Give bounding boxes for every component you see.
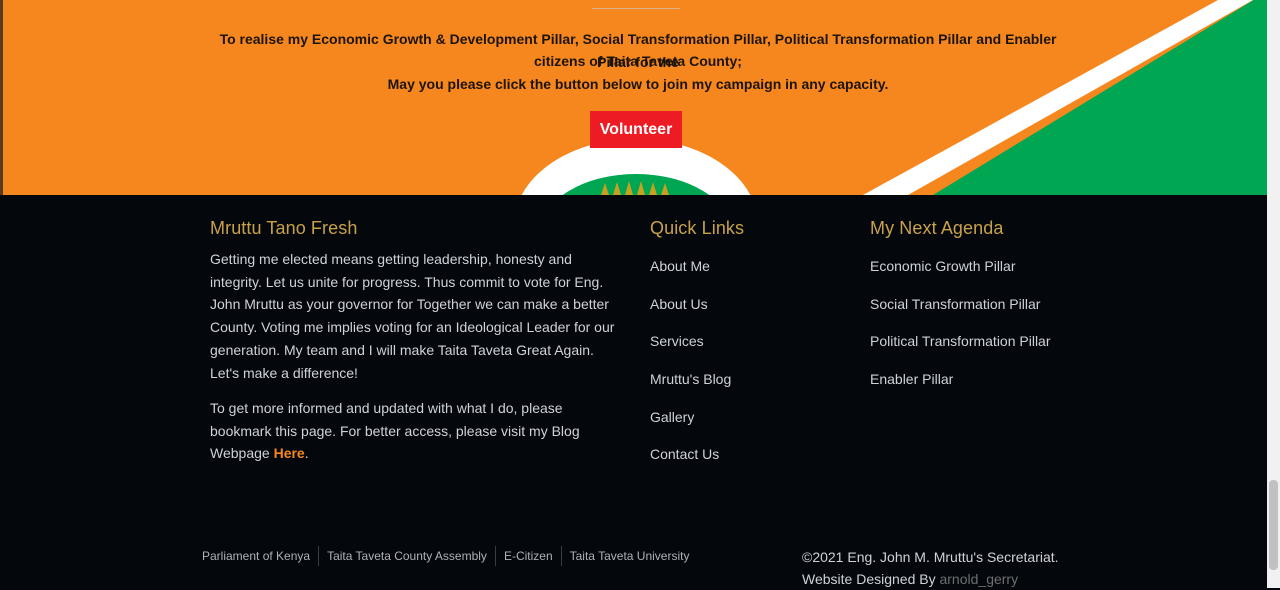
blog-here-link[interactable]: Here [274, 445, 305, 461]
agenda-title: My Next Agenda [870, 218, 1004, 238]
bookmark-text: To get more informed and updated with wh… [210, 400, 580, 462]
bookmark-suffix: . [304, 445, 309, 462]
about-paragraph: Getting me elected means getting leaders… [210, 251, 615, 381]
designer-link[interactable]: arnold_gerry [939, 571, 1018, 587]
copyright-block: ©2021 Eng. John M. Mruttu's Secretariat.… [802, 546, 1059, 590]
link-e-citizen[interactable]: E-Citizen [496, 546, 562, 566]
about-title: Mruttu Tano Fresh [210, 218, 358, 238]
hero-text-line-2: citizens of Taita Taveta County; [534, 53, 742, 69]
link-university[interactable]: Taita Taveta University [562, 546, 698, 566]
link-parliament-of-kenya[interactable]: Parliament of Kenya [202, 546, 320, 566]
quick-link-services[interactable]: Services [650, 331, 731, 369]
agenda-list: Economic Growth Pillar Social Transforma… [870, 256, 1051, 407]
quick-link-blog[interactable]: Mruttu's Blog [650, 369, 731, 407]
external-links: Parliament of Kenya Taita Taveta County … [202, 546, 697, 566]
quick-links-title: Quick Links [650, 218, 745, 238]
quick-link-about-us[interactable]: About Us [650, 294, 731, 332]
agenda-political-transformation[interactable]: Political Transformation Pillar [870, 331, 1051, 369]
designed-by: Website Designed By arnold_gerry [802, 568, 1059, 590]
scrollbar-thumb[interactable] [1269, 480, 1278, 570]
quick-link-contact-us[interactable]: Contact Us [650, 444, 731, 482]
agenda-economic-growth[interactable]: Economic Growth Pillar [870, 256, 1051, 294]
link-county-assembly[interactable]: Taita Taveta County Assembly [319, 546, 496, 566]
agenda-social-transformation[interactable]: Social Transformation Pillar [870, 294, 1051, 332]
volunteer-button[interactable]: Volunteer [590, 111, 682, 148]
designed-by-label: Website Designed By [802, 571, 940, 587]
quick-link-about-me[interactable]: About Me [650, 256, 731, 294]
agenda-enabler[interactable]: Enabler Pillar [870, 369, 1051, 407]
campaign-banner: To realise my Economic Growth & Developm… [0, 0, 1267, 195]
bookmark-paragraph: To get more informed and updated with wh… [210, 397, 618, 465]
quick-links-list: About Me About Us Services Mruttu's Blog… [650, 256, 731, 482]
copyright-text: ©2021 Eng. John M. Mruttu's Secretariat. [802, 549, 1059, 565]
divider-line [592, 8, 680, 9]
page-scrollbar[interactable] [1267, 0, 1280, 588]
quick-link-gallery[interactable]: Gallery [650, 407, 731, 445]
hero-text-line-3: May you please click the button below to… [387, 76, 889, 92]
